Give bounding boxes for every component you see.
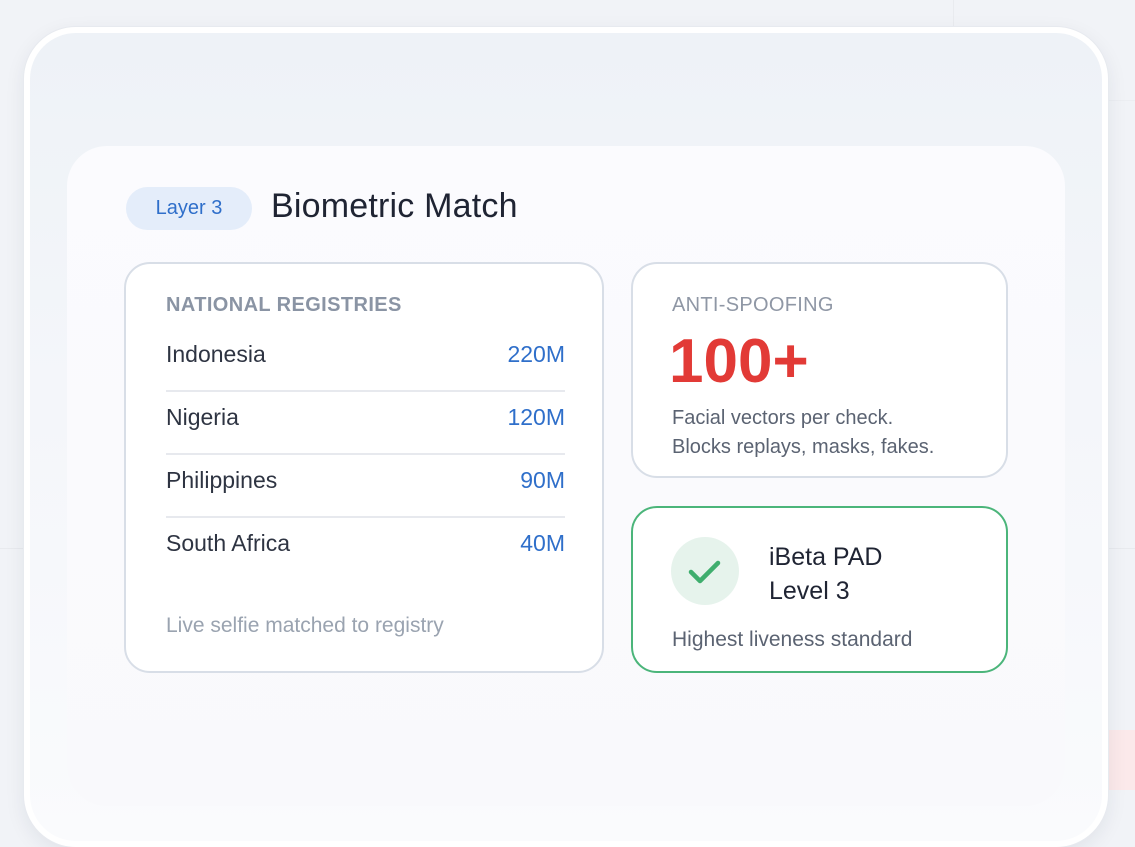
registry-row: Indonesia 220M <box>166 329 565 392</box>
ibeta-title: iBeta PAD Level 3 <box>769 540 882 608</box>
anti-spoofing-desc-line: Blocks replays, masks, fakes. <box>672 436 935 458</box>
registries-heading: NATIONAL REGISTRIES <box>166 294 402 316</box>
layer-title: Biometric Match <box>271 187 518 225</box>
anti-spoofing-card: ANTI-SPOOFING 100+ Facial vectors per ch… <box>631 262 1008 478</box>
registry-country: Indonesia <box>166 341 266 367</box>
registry-country: Nigeria <box>166 404 239 430</box>
registry-country: Philippines <box>166 467 278 493</box>
registry-count: 220M <box>507 341 565 367</box>
anti-spoofing-value: 100+ <box>669 327 809 396</box>
registry-country: South Africa <box>166 530 291 556</box>
registry-count: 120M <box>507 404 565 430</box>
ibeta-title-line: Level 3 <box>769 577 850 605</box>
registry-row: Philippines 90M <box>166 455 565 518</box>
registry-count: 40M <box>520 530 565 556</box>
anti-spoofing-description: Facial vectors per check. Blocks replays… <box>672 404 934 462</box>
check-icon <box>671 537 739 605</box>
ibeta-title-line: iBeta PAD <box>769 543 883 571</box>
background-accent <box>1108 730 1135 790</box>
registry-count: 90M <box>520 467 565 493</box>
ibeta-subtitle: Highest liveness standard <box>672 628 913 651</box>
registries-card: NATIONAL REGISTRIES Indonesia 220M Niger… <box>124 262 604 673</box>
layer-badge: Layer 3 <box>126 187 252 230</box>
registry-row: Nigeria 120M <box>166 392 565 455</box>
anti-spoofing-label: ANTI-SPOOFING <box>672 294 834 316</box>
anti-spoofing-desc-line: Facial vectors per check. <box>672 407 894 429</box>
registry-row: South Africa 40M <box>166 518 565 581</box>
registries-footnote: Live selfie matched to registry <box>166 614 444 637</box>
ibeta-card: iBeta PAD Level 3 Highest liveness stand… <box>631 506 1008 673</box>
